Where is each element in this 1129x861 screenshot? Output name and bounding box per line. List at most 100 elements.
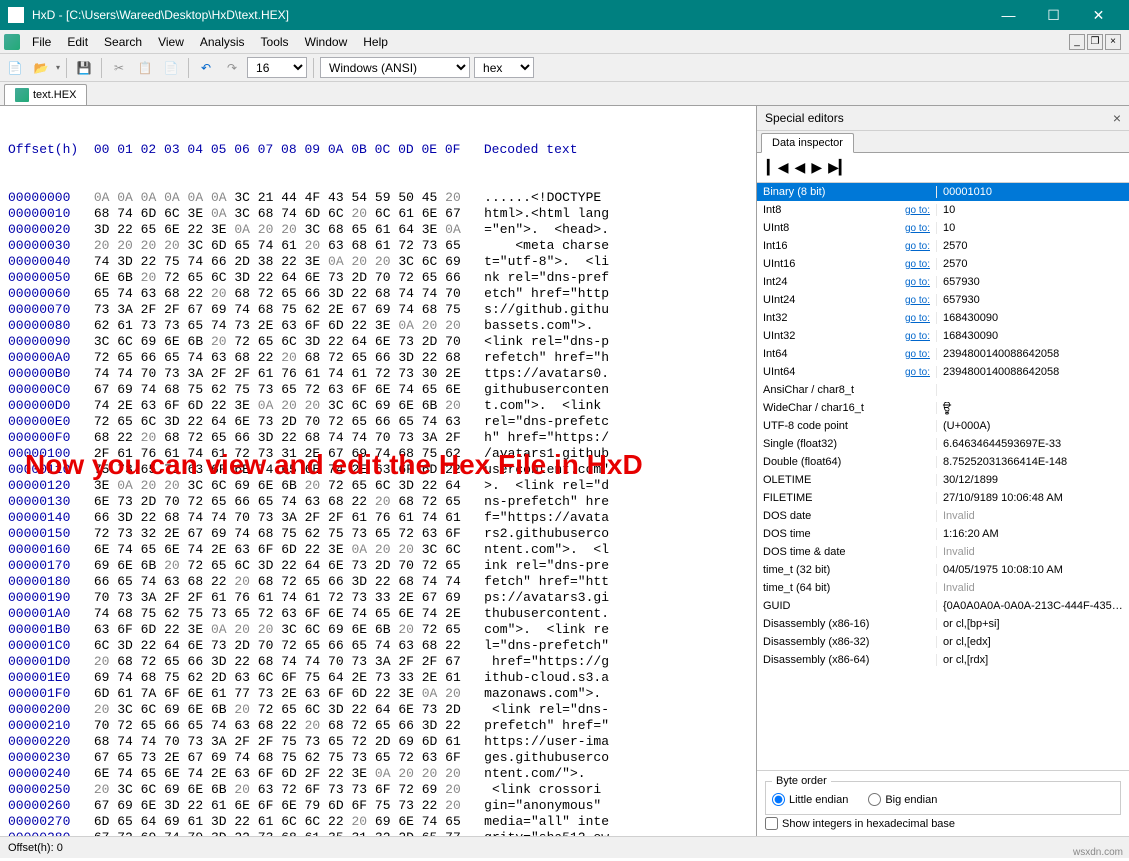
hex-row[interactable]: 000000F0 68 22 20 68 72 65 66 3D 22 68 7… — [8, 430, 748, 446]
inspector-row[interactable]: Int64go to:2394800140088642058 — [757, 345, 1129, 363]
hex-row[interactable]: 00000270 6D 65 64 69 61 3D 22 61 6C 6C 2… — [8, 814, 748, 830]
inspector-row[interactable]: time_t (32 bit)04/05/1975 10:08:10 AM — [757, 561, 1129, 579]
inspector-row[interactable]: OLETIME30/12/1899 — [757, 471, 1129, 489]
hex-row[interactable]: 00000200 20 3C 6C 69 6E 6B 20 72 65 6C 3… — [8, 702, 748, 718]
hex-row[interactable]: 00000100 2F 61 76 61 74 61 72 73 31 2E 6… — [8, 446, 748, 462]
inspector-row[interactable]: AnsiChar / char8_t — [757, 381, 1129, 399]
goto-link[interactable]: go to: — [905, 259, 930, 270]
hex-row[interactable]: 00000000 0A 0A 0A 0A 0A 0A 3C 21 44 4F 4… — [8, 190, 748, 206]
hex-row[interactable]: 00000080 62 61 73 73 65 74 73 2E 63 6F 6… — [8, 318, 748, 334]
hex-row[interactable]: 000000D0 74 2E 63 6F 6D 22 3E 0A 20 20 3… — [8, 398, 748, 414]
nav-first-button[interactable]: ▎◀ — [765, 159, 791, 176]
bytes-per-row-select[interactable]: 16 — [247, 57, 307, 78]
menu-analysis[interactable]: Analysis — [192, 32, 253, 52]
inspector-row[interactable]: UInt64go to:2394800140088642058 — [757, 363, 1129, 381]
hex-row[interactable]: 00000180 66 65 74 63 68 22 20 68 72 65 6… — [8, 574, 748, 590]
nav-prev-button[interactable]: ◀ — [793, 159, 808, 176]
hex-row[interactable]: 00000020 3D 22 65 6E 22 3E 0A 20 20 3C 6… — [8, 222, 748, 238]
mdi-close-button[interactable]: × — [1105, 34, 1121, 50]
menu-window[interactable]: Window — [297, 32, 356, 52]
goto-link[interactable]: go to: — [905, 223, 930, 234]
inspector-row[interactable]: time_t (64 bit)Invalid — [757, 579, 1129, 597]
hex-row[interactable]: 00000190 70 73 3A 2F 2F 61 76 61 74 61 7… — [8, 590, 748, 606]
inspector-row[interactable]: Disassembly (x86-32)or cl,[edx] — [757, 633, 1129, 651]
inspector-row[interactable]: Int24go to:657930 — [757, 273, 1129, 291]
copy-button[interactable]: 📋 — [134, 57, 156, 79]
hex-row[interactable]: 000000E0 72 65 6C 3D 22 64 6E 73 2D 70 7… — [8, 414, 748, 430]
nav-last-button[interactable]: ▶▎ — [826, 159, 852, 176]
new-file-button[interactable]: 📄 — [4, 57, 26, 79]
cut-button[interactable]: ✂ — [108, 57, 130, 79]
hex-row[interactable]: 000001E0 69 74 68 75 62 2D 63 6C 6F 75 6… — [8, 670, 748, 686]
redo-button[interactable]: ↷ — [221, 57, 243, 79]
hex-row[interactable]: 00000240 6E 74 65 6E 74 2E 63 6F 6D 2F 2… — [8, 766, 748, 782]
hex-row[interactable]: 00000160 6E 74 65 6E 74 2E 63 6F 6D 22 3… — [8, 542, 748, 558]
side-panel-close-button[interactable]: × — [1113, 110, 1121, 126]
inspector-row[interactable]: UTF-8 code point (U+000A) — [757, 417, 1129, 435]
hex-row[interactable]: 000001D0 20 68 72 65 66 3D 22 68 74 74 7… — [8, 654, 748, 670]
inspector-row[interactable]: FILETIME27/10/9189 10:06:48 AM — [757, 489, 1129, 507]
menu-edit[interactable]: Edit — [59, 32, 96, 52]
menu-view[interactable]: View — [150, 32, 192, 52]
hex-row[interactable]: 00000210 70 72 65 66 65 74 63 68 22 20 6… — [8, 718, 748, 734]
hex-row[interactable]: 000001C0 6C 3D 22 64 6E 73 2D 70 72 65 6… — [8, 638, 748, 654]
hex-row[interactable]: 000000B0 74 74 70 73 3A 2F 2F 61 76 61 7… — [8, 366, 748, 382]
inspector-row[interactable]: Int16go to:2570 — [757, 237, 1129, 255]
hex-editor-pane[interactable]: Offset(h) 00 01 02 03 04 05 06 07 08 09 … — [0, 106, 756, 836]
inspector-row[interactable]: UInt8go to:10 — [757, 219, 1129, 237]
inspector-row[interactable]: Single (float32)6.64634644593697E-33 — [757, 435, 1129, 453]
inspector-row[interactable]: UInt16go to:2570 — [757, 255, 1129, 273]
hex-row[interactable]: 00000060 65 74 63 68 22 20 68 72 65 66 3… — [8, 286, 748, 302]
goto-link[interactable]: go to: — [905, 331, 930, 342]
inspector-row[interactable]: DOS time1:16:20 AM — [757, 525, 1129, 543]
close-button[interactable]: ✕ — [1076, 0, 1121, 30]
save-button[interactable]: 💾 — [73, 57, 95, 79]
hex-row[interactable]: 00000010 68 74 6D 6C 3E 0A 3C 68 74 6D 6… — [8, 206, 748, 222]
mdi-minimize-button[interactable]: _ — [1069, 34, 1085, 50]
inspector-row[interactable]: UInt32go to:168430090 — [757, 327, 1129, 345]
inspector-row[interactable]: DOS dateInvalid — [757, 507, 1129, 525]
goto-link[interactable]: go to: — [905, 205, 930, 216]
inspector-row[interactable]: Int32go to:168430090 — [757, 309, 1129, 327]
hex-row[interactable]: 00000030 20 20 20 20 3C 6D 65 74 61 20 6… — [8, 238, 748, 254]
inspector-row[interactable]: GUID{0A0A0A0A-0A0A-213C-444F-43545950452… — [757, 597, 1129, 615]
goto-link[interactable]: go to: — [905, 367, 930, 378]
data-inspector-tab[interactable]: Data inspector — [761, 133, 854, 153]
open-file-button[interactable]: 📂 — [30, 57, 52, 79]
goto-link[interactable]: go to: — [905, 295, 930, 306]
big-endian-radio[interactable]: Big endian — [868, 793, 937, 806]
hex-row[interactable]: 00000250 20 3C 6C 69 6E 6B 20 63 72 6F 7… — [8, 782, 748, 798]
maximize-button[interactable]: ☐ — [1031, 0, 1076, 30]
menu-search[interactable]: Search — [96, 32, 150, 52]
charset-select[interactable]: Windows (ANSI) — [320, 57, 470, 78]
mdi-restore-button[interactable]: ❐ — [1087, 34, 1103, 50]
mode-select[interactable]: hex — [474, 57, 534, 78]
hex-row[interactable]: 000001B0 63 6F 6D 22 3E 0A 20 20 3C 6C 6… — [8, 622, 748, 638]
hex-row[interactable]: 00000230 67 65 73 2E 67 69 74 68 75 62 7… — [8, 750, 748, 766]
inspector-row[interactable]: Disassembly (x86-64)or cl,[rdx] — [757, 651, 1129, 669]
goto-link[interactable]: go to: — [905, 241, 930, 252]
goto-link[interactable]: go to: — [905, 313, 930, 324]
hex-row[interactable]: 00000140 66 3D 22 68 74 74 70 73 3A 2F 2… — [8, 510, 748, 526]
goto-link[interactable]: go to: — [905, 277, 930, 288]
inspector-row[interactable]: UInt24go to:657930 — [757, 291, 1129, 309]
hex-row[interactable]: 00000220 68 74 74 70 73 3A 2F 2F 75 73 6… — [8, 734, 748, 750]
hex-row[interactable]: 00000050 6E 6B 20 72 65 6C 3D 22 64 6E 7… — [8, 270, 748, 286]
hex-row[interactable]: 00000280 67 72 69 74 79 3D 22 73 68 61 3… — [8, 830, 748, 836]
show-hex-checkbox[interactable]: Show integers in hexadecimal base — [765, 817, 1121, 830]
menu-help[interactable]: Help — [355, 32, 396, 52]
hex-row[interactable]: 00000090 3C 6C 69 6E 6B 20 72 65 6C 3D 2… — [8, 334, 748, 350]
file-tab-active[interactable]: text.HEX — [4, 84, 87, 105]
hex-row[interactable]: 000001F0 6D 61 7A 6F 6E 61 77 73 2E 63 6… — [8, 686, 748, 702]
hex-row[interactable]: 00000110 75 73 65 72 63 6F 6E 74 65 6E 7… — [8, 462, 748, 478]
inspector-row[interactable]: Binary (8 bit)00001010 — [757, 183, 1129, 201]
hex-row[interactable]: 00000260 67 69 6E 3D 22 61 6E 6F 6E 79 6… — [8, 798, 748, 814]
hex-row[interactable]: 00000120 3E 0A 20 20 3C 6C 69 6E 6B 20 7… — [8, 478, 748, 494]
hex-row[interactable]: 00000150 72 73 32 2E 67 69 74 68 75 62 7… — [8, 526, 748, 542]
hex-row[interactable]: 00000040 74 3D 22 75 74 66 2D 38 22 3E 0… — [8, 254, 748, 270]
inspector-row[interactable]: Double (float64)8.75252031366414E-148 — [757, 453, 1129, 471]
menu-file[interactable]: File — [24, 32, 59, 52]
inspector-row[interactable]: DOS time & dateInvalid — [757, 543, 1129, 561]
inspector-row[interactable]: WideChar / char16_tਊ — [757, 399, 1129, 417]
little-endian-radio[interactable]: Little endian — [772, 793, 848, 806]
